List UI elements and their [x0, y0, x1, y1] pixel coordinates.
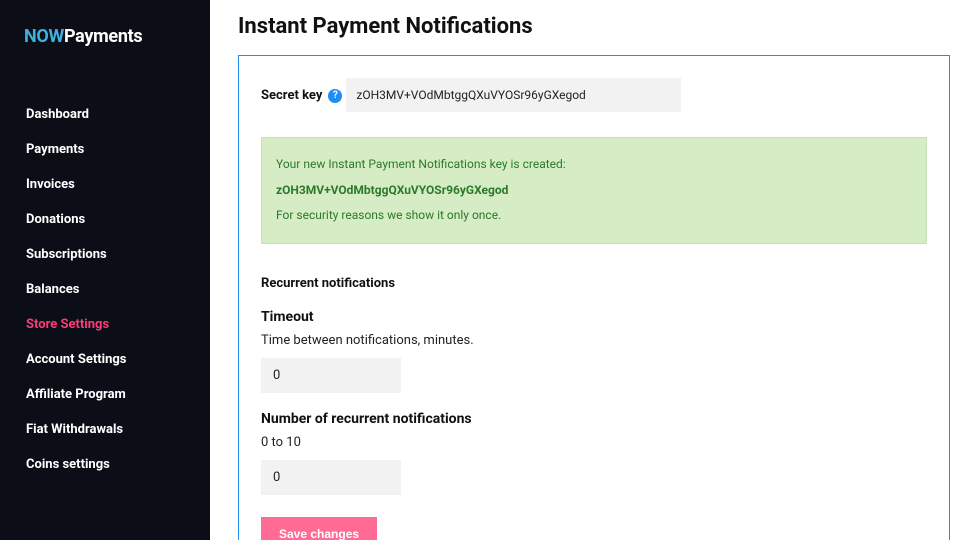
ipn-card: Secret key ? Your new Instant Payment No…: [238, 55, 950, 540]
sidebar-item-store-settings[interactable]: Store Settings: [0, 307, 210, 342]
sidebar-item-payments[interactable]: Payments: [0, 132, 210, 167]
sidebar-item-affiliate-program[interactable]: Affiliate Program: [0, 377, 210, 412]
secret-key-label-text: Secret key: [261, 88, 322, 103]
timeout-label: Timeout: [261, 309, 927, 325]
count-label: Number of recurrent notifications: [261, 411, 927, 427]
sidebar-item-label: Invoices: [26, 177, 75, 192]
logo-payments: Payments: [64, 26, 142, 47]
secret-key-label: Secret key ?: [261, 88, 342, 103]
page-title: Instant Payment Notifications: [238, 14, 950, 39]
sidebar-item-dashboard[interactable]: Dashboard: [0, 97, 210, 132]
sidebar-item-label: Donations: [26, 212, 85, 227]
logo: NOWPayments: [0, 26, 210, 77]
alert-line1: Your new Instant Payment Notifications k…: [276, 157, 566, 171]
sidebar-item-subscriptions[interactable]: Subscriptions: [0, 237, 210, 272]
sidebar-item-label: Coins settings: [26, 457, 110, 472]
sidebar-item-donations[interactable]: Donations: [0, 202, 210, 237]
main: Instant Payment Notifications Secret key…: [210, 0, 974, 540]
sidebar-item-balances[interactable]: Balances: [0, 272, 210, 307]
sidebar: NOWPayments Dashboard Payments Invoices …: [0, 0, 210, 540]
count-help: 0 to 10: [261, 435, 927, 450]
help-icon[interactable]: ?: [328, 89, 342, 103]
alert-key: zOH3MV+VOdMbtggQXuVYOSr96yGXegod: [276, 180, 912, 202]
alert-line2: For security reasons we show it only onc…: [276, 208, 501, 222]
sidebar-item-label: Balances: [26, 282, 79, 297]
save-button[interactable]: Save changes: [261, 517, 377, 540]
timeout-input[interactable]: [261, 358, 401, 393]
sidebar-item-label: Payments: [26, 142, 84, 157]
sidebar-item-label: Dashboard: [26, 107, 89, 122]
count-input[interactable]: [261, 460, 401, 495]
timeout-help: Time between notifications, minutes.: [261, 333, 927, 348]
sidebar-item-invoices[interactable]: Invoices: [0, 167, 210, 202]
recurrent-section-label: Recurrent notifications: [261, 276, 927, 291]
sidebar-item-label: Fiat Withdrawals: [26, 422, 123, 437]
nav: Dashboard Payments Invoices Donations Su…: [0, 77, 210, 482]
key-created-alert: Your new Instant Payment Notifications k…: [261, 137, 927, 244]
sidebar-item-label: Store Settings: [26, 317, 109, 332]
sidebar-item-coins-settings[interactable]: Coins settings: [0, 447, 210, 482]
sidebar-item-fiat-withdrawals[interactable]: Fiat Withdrawals: [0, 412, 210, 447]
logo-now: NOW: [24, 26, 64, 47]
sidebar-item-label: Account Settings: [26, 352, 126, 367]
secret-key-input[interactable]: [346, 78, 681, 112]
sidebar-item-account-settings[interactable]: Account Settings: [0, 342, 210, 377]
sidebar-item-label: Subscriptions: [26, 247, 107, 262]
sidebar-item-label: Affiliate Program: [26, 387, 126, 402]
